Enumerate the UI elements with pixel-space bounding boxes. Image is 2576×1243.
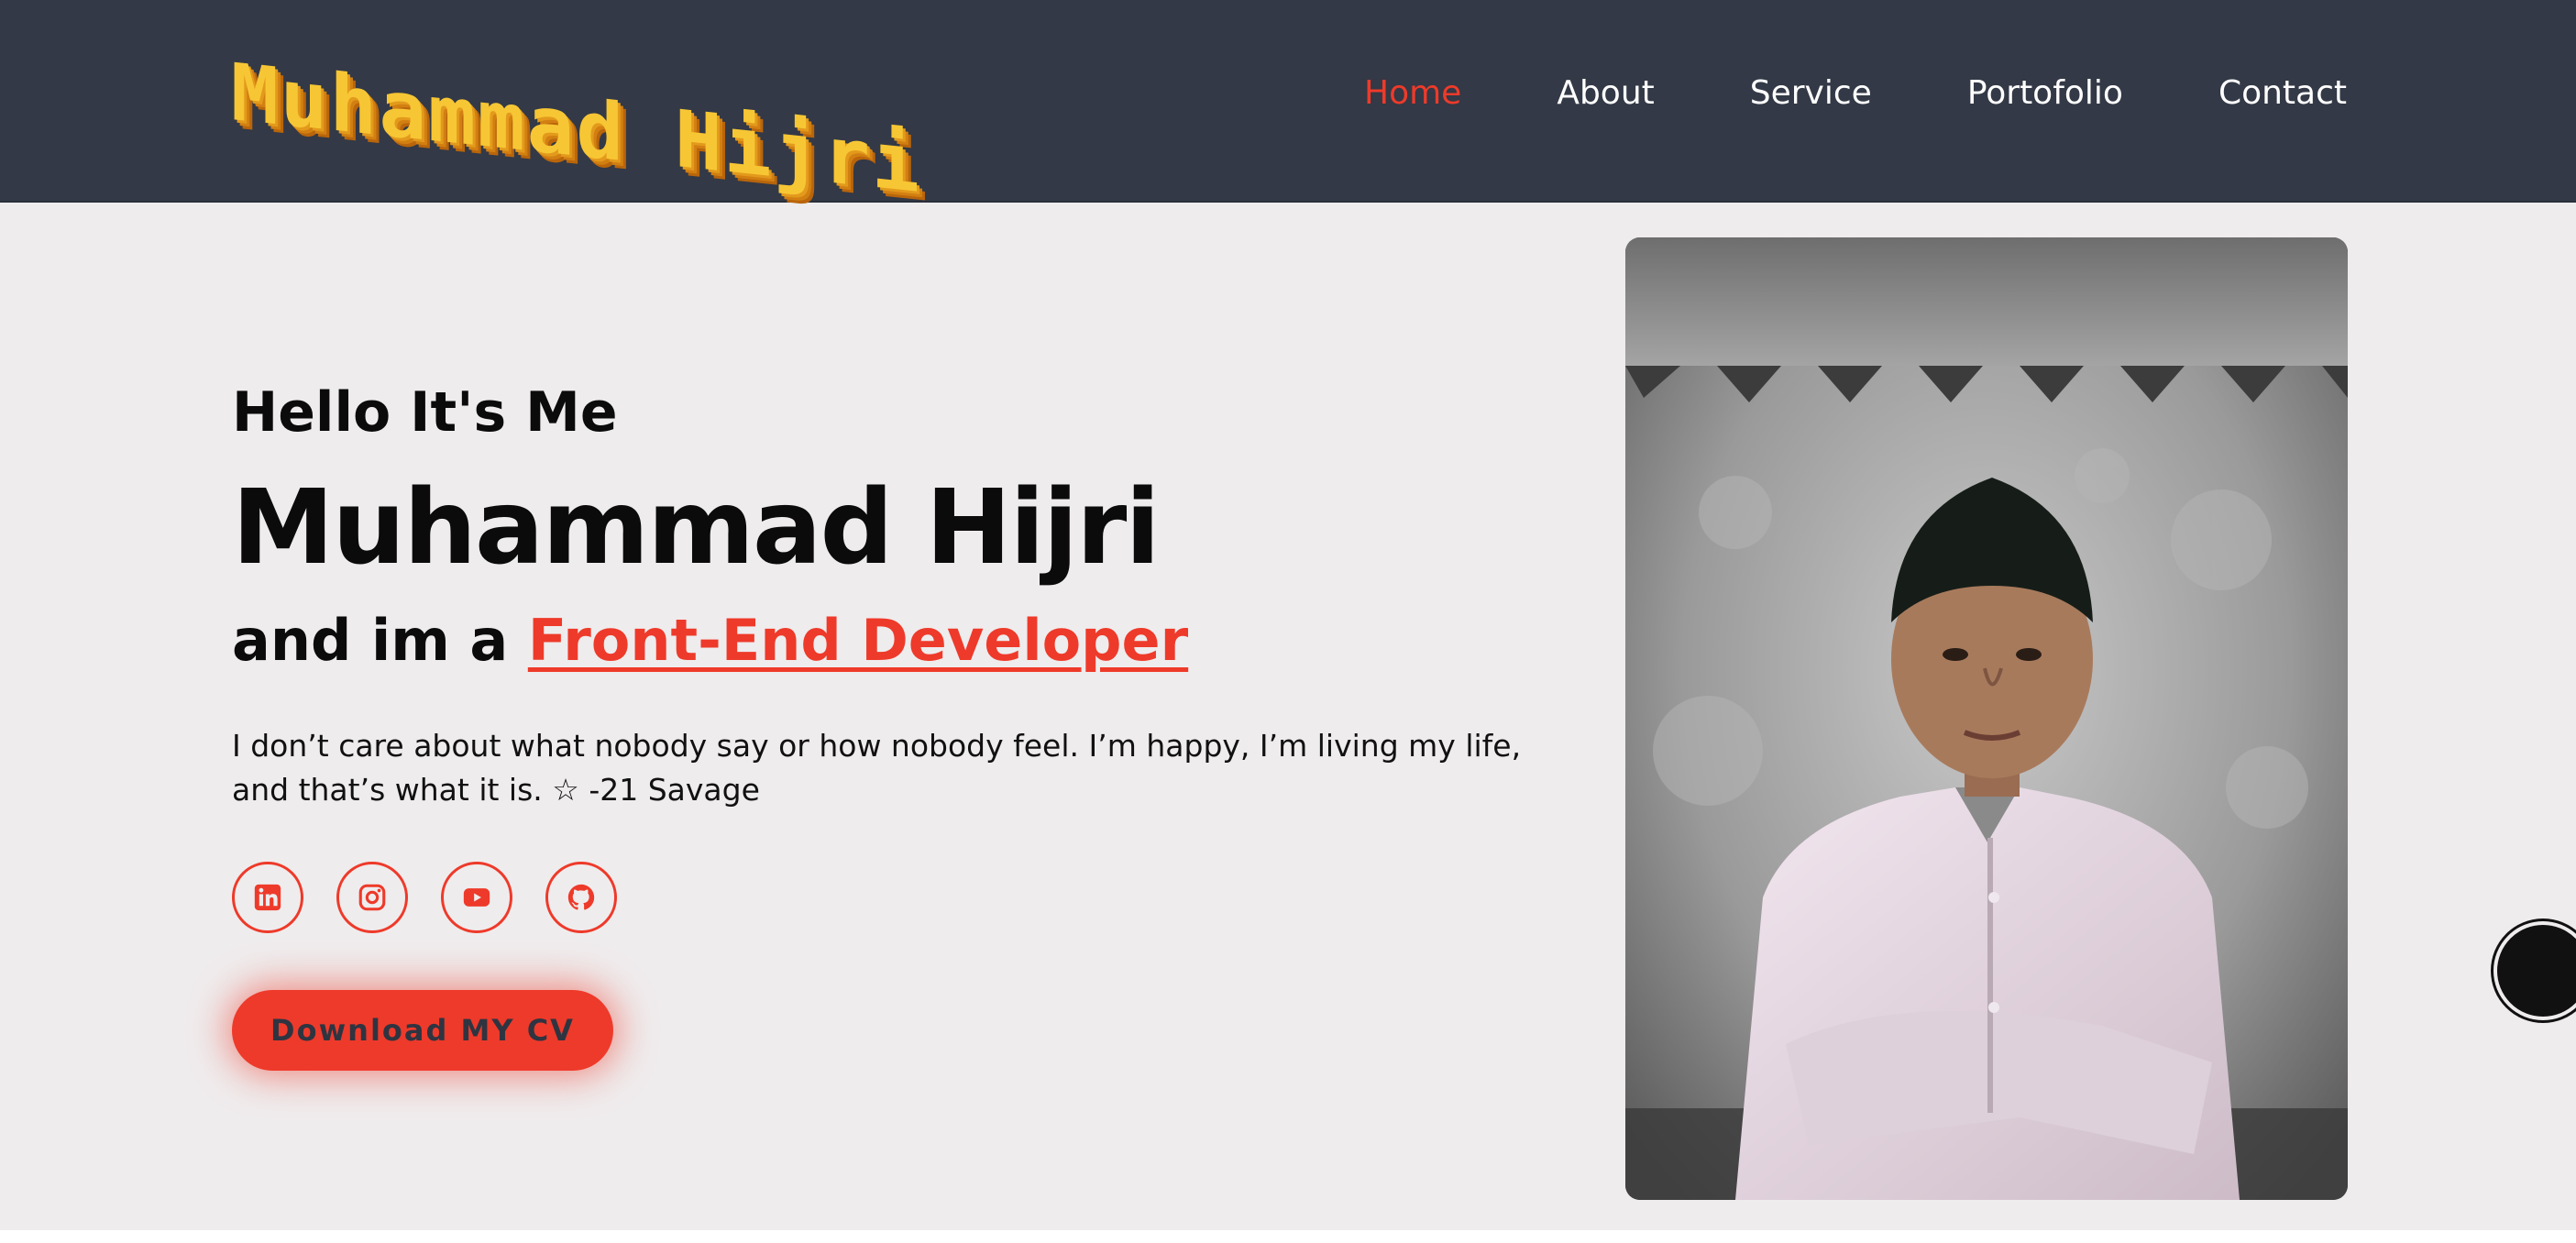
role-highlight: Front-End Developer	[527, 607, 1189, 674]
linkedin-link[interactable]	[232, 862, 303, 933]
youtube-icon	[463, 888, 490, 907]
hero-quote: I don’t care about what nobody say or ho…	[232, 728, 1522, 808]
site-header: Muhammad Hijri Home About Service Portof…	[0, 0, 2576, 211]
hero-greeting: Hello It's Me	[232, 380, 618, 445]
nav-contact[interactable]: Contact	[2218, 77, 2347, 110]
scroll-top-button[interactable]	[2493, 921, 2576, 1020]
hero-name: Muhammad Hijri	[232, 468, 1161, 588]
instagram-link[interactable]	[336, 862, 408, 933]
profile-photo	[1625, 237, 2348, 1200]
github-link[interactable]	[545, 862, 617, 933]
site-logo[interactable]: Muhammad Hijri	[231, 47, 921, 226]
linkedin-icon	[254, 884, 281, 911]
nav-service[interactable]: Service	[1750, 77, 1872, 110]
next-section-edge	[0, 1230, 2576, 1243]
download-cv-button[interactable]: Download MY CV	[232, 990, 613, 1071]
youtube-link[interactable]	[441, 862, 512, 933]
social-links	[232, 862, 650, 933]
role-prefix: and im a	[232, 607, 528, 674]
nav-about[interactable]: About	[1557, 77, 1654, 110]
nav-portofolio[interactable]: Portofolio	[1967, 77, 2123, 110]
instagram-icon	[358, 884, 386, 911]
nav-home[interactable]: Home	[1364, 77, 1461, 110]
hero-role: and im a Front-End Developer	[232, 612, 1552, 669]
github-icon	[567, 884, 595, 910]
main-nav: Home About Service Portofolio Contact	[1364, 77, 2347, 110]
hero-intro: Hello It's Me Muhammad Hijri and im a Fr…	[232, 385, 1552, 812]
